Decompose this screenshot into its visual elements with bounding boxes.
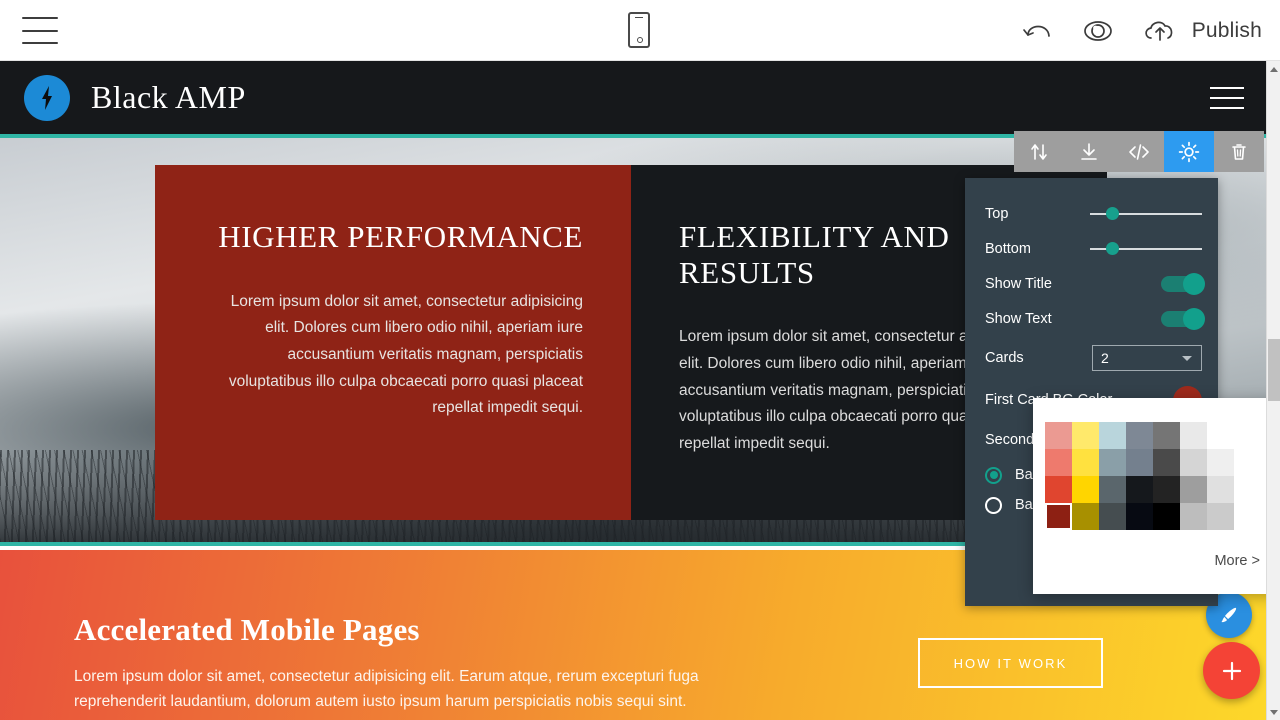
setting-row-bottom: Bottom (965, 231, 1218, 266)
color-swatch[interactable] (1207, 422, 1234, 449)
cloud-upload-icon (1145, 21, 1173, 41)
setting-row-top: Top (965, 196, 1218, 231)
color-swatch[interactable] (1180, 422, 1207, 449)
color-swatch[interactable] (1207, 476, 1234, 503)
promo-title: Accelerated Mobile Pages (74, 612, 420, 647)
color-swatch[interactable] (1180, 476, 1207, 503)
slider-thumb[interactable] (1106, 207, 1119, 220)
color-swatch[interactable] (1045, 476, 1072, 503)
publish-button[interactable]: Publish (1140, 16, 1262, 46)
bolt-glyph (42, 85, 52, 110)
color-swatch[interactable] (1072, 476, 1099, 503)
editor-actions: Publish (1020, 0, 1262, 61)
site-header: Black AMP (0, 61, 1266, 134)
hamburger-line (1210, 87, 1244, 89)
color-swatch[interactable] (1126, 476, 1153, 503)
color-swatch[interactable] (1099, 422, 1126, 449)
color-swatch[interactable] (1045, 503, 1072, 530)
site-menu-icon[interactable] (1210, 87, 1244, 109)
color-swatch[interactable] (1207, 503, 1234, 530)
color-swatch[interactable] (1045, 449, 1072, 476)
setting-row-show-title: Show Title (965, 266, 1218, 301)
add-block-button[interactable] (1203, 642, 1260, 699)
color-swatch[interactable] (1126, 503, 1153, 530)
editor-toolbar: Publish (0, 0, 1280, 61)
hamburger-line (22, 29, 58, 32)
download-icon[interactable] (1064, 131, 1114, 172)
toggle-knob (1183, 272, 1205, 295)
card-text: Lorem ipsum dolor sit amet, consectetur … (228, 292, 583, 417)
publish-label: Publish (1191, 18, 1262, 42)
promo-content: Accelerated Mobile Pages Lorem ipsum dol… (74, 612, 754, 714)
hamburger-line (1210, 97, 1244, 99)
brand-title: Black AMP (91, 79, 246, 115)
color-swatch[interactable] (1099, 449, 1126, 476)
page-scrollbar[interactable] (1266, 61, 1280, 720)
color-palette-popup: More > (1033, 398, 1280, 594)
move-updown-icon[interactable] (1014, 131, 1064, 172)
hamburger-icon[interactable] (22, 17, 58, 44)
color-swatch[interactable] (1126, 449, 1153, 476)
block-toolbar (1014, 131, 1264, 172)
color-swatch[interactable] (1072, 449, 1099, 476)
scroll-down-arrow-icon[interactable] (1267, 704, 1280, 720)
chevron-down-icon (1182, 356, 1192, 361)
hamburger-line (22, 42, 58, 44)
show-text-toggle[interactable] (1161, 307, 1205, 330)
cards-count-value: 2 (1101, 350, 1109, 366)
color-swatch[interactable] (1207, 449, 1234, 476)
more-colors-link[interactable]: More > (1214, 553, 1260, 569)
color-swatch[interactable] (1153, 449, 1180, 476)
code-icon[interactable] (1114, 131, 1164, 172)
eye-icon[interactable] (1078, 17, 1118, 45)
setting-label: Show Title (985, 275, 1052, 292)
top-padding-slider[interactable] (1090, 207, 1202, 221)
hamburger-line (1210, 107, 1244, 109)
scrollbar-thumb[interactable] (1268, 339, 1280, 401)
radio-button[interactable] (985, 496, 1002, 514)
how-it-work-button[interactable]: HOW IT WORK (918, 638, 1103, 688)
toggle-knob (1183, 307, 1205, 330)
color-swatch[interactable] (1153, 422, 1180, 449)
setting-label: Cards (985, 350, 1024, 366)
lightning-bolt-icon[interactable] (24, 74, 70, 121)
undo-arrow-icon[interactable] (1020, 17, 1056, 45)
color-swatch[interactable] (1045, 422, 1072, 449)
show-title-toggle[interactable] (1161, 272, 1205, 295)
scroll-up-arrow-icon[interactable] (1267, 61, 1280, 77)
plus-icon (1222, 661, 1241, 680)
hamburger-line (22, 17, 58, 19)
cards-count-select[interactable]: 2 (1092, 345, 1202, 371)
mobile-device-icon[interactable] (628, 12, 650, 48)
bottom-padding-slider[interactable] (1090, 242, 1202, 256)
setting-row-cards: Cards 2 (965, 336, 1218, 380)
setting-label: Top (985, 205, 1009, 222)
radio-button-selected[interactable] (985, 466, 1002, 484)
color-swatch[interactable] (1180, 449, 1207, 476)
color-swatch[interactable] (1153, 476, 1180, 503)
card-item[interactable]: HIGHER PERFORMANCE Lorem ipsum dolor sit… (155, 165, 631, 520)
color-swatch[interactable] (1099, 503, 1126, 530)
color-swatch[interactable] (1153, 503, 1180, 530)
setting-label: Bottom (985, 240, 1031, 257)
slider-thumb[interactable] (1106, 242, 1119, 255)
setting-row-show-text: Show Text (965, 301, 1218, 336)
trash-icon[interactable] (1214, 131, 1264, 172)
color-swatch[interactable] (1099, 476, 1126, 503)
card-title: HIGHER PERFORMANCE (218, 219, 583, 254)
gear-icon[interactable] (1164, 131, 1214, 172)
promo-text: Lorem ipsum dolor sit amet, consectetur … (74, 668, 699, 711)
color-swatch[interactable] (1072, 422, 1099, 449)
color-swatch[interactable] (1180, 503, 1207, 530)
swatch-grid (1045, 422, 1280, 530)
color-swatch[interactable] (1072, 503, 1099, 530)
color-swatch[interactable] (1126, 422, 1153, 449)
setting-label: Show Text (985, 310, 1052, 327)
